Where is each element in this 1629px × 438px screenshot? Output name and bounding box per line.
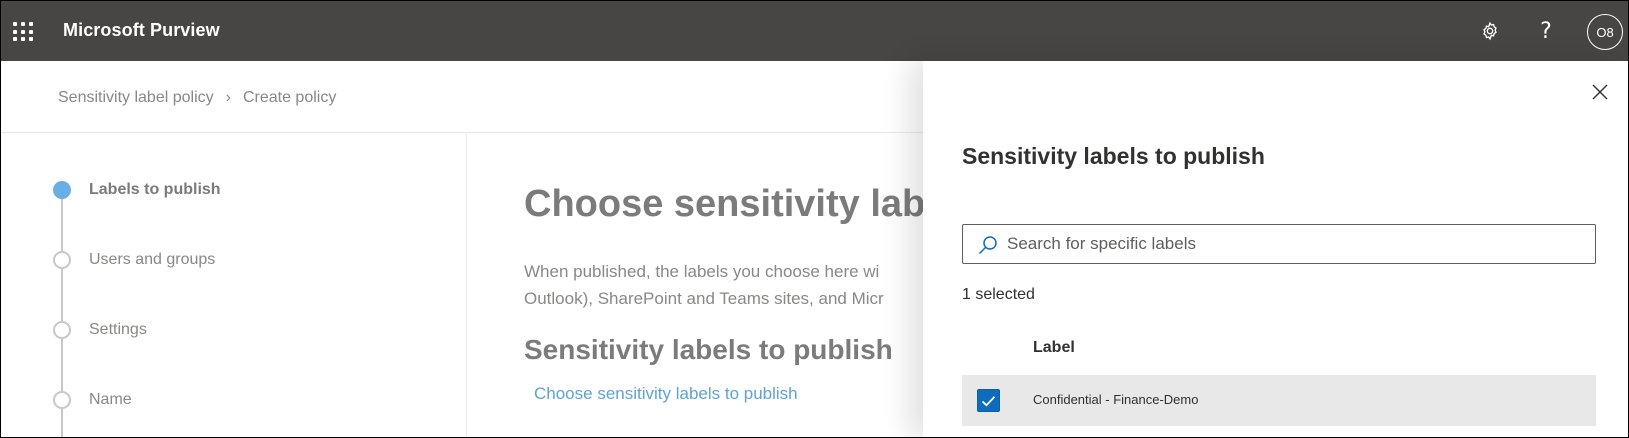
step-indicator [53,321,71,339]
step-label: Users and groups [89,251,216,268]
step-labels-to-publish[interactable]: Labels to publish [53,181,221,199]
search-input[interactable] [1007,225,1587,263]
waffle-icon[interactable] [13,22,35,42]
panel-title: Sensitivity labels to publish [962,143,1265,169]
step-connector [61,339,63,391]
step-indicator-active [53,181,71,199]
step-indicator [53,251,71,269]
gear-icon[interactable] [1476,17,1504,45]
column-header-label[interactable]: Label [1033,339,1075,357]
step-connector [61,269,63,321]
breadcrumb-divider [1,132,926,133]
avatar[interactable]: O8 [1587,14,1623,50]
step-name[interactable]: Name [53,391,132,409]
step-connector [61,199,63,251]
choose-labels-link[interactable]: Choose sensitivity labels to publish [534,384,798,404]
table-row[interactable]: Confidential - Finance-Demo [962,375,1596,426]
step-connector [61,409,63,437]
search-icon [977,234,999,256]
section-heading: Sensitivity labels to publish [524,334,893,365]
content-divider [466,133,467,437]
step-label: Name [89,391,132,408]
step-label: Labels to publish [89,181,221,198]
breadcrumb-item-create: Create policy [242,89,337,106]
breadcrumb: Sensitivity label policy › Create policy [58,89,336,107]
checkmark-icon [981,395,996,406]
close-icon[interactable] [1588,80,1612,104]
page-title: Choose sensitivity labe [524,183,947,225]
chevron-right-icon: › [225,89,231,106]
row-checkbox[interactable] [977,389,1000,412]
label-name: Confidential - Finance-Demo [1033,392,1199,407]
top-bar: Microsoft Purview ? O8 [1,1,1628,61]
search-box[interactable] [962,224,1596,264]
labels-side-panel: Sensitivity labels to publish 1 selected… [923,61,1628,437]
step-indicator [53,391,71,409]
app-title[interactable]: Microsoft Purview [63,20,220,41]
page-description: When published, the labels you choose he… [524,262,884,308]
help-icon[interactable]: ? [1532,17,1560,45]
step-settings[interactable]: Settings [53,321,147,339]
step-label: Settings [89,321,147,338]
breadcrumb-item-policy[interactable]: Sensitivity label policy [58,89,214,107]
app-frame: Microsoft Purview ? O8 Sensitivity label… [0,0,1629,438]
selected-count: 1 selected [962,286,1035,303]
step-users-and-groups[interactable]: Users and groups [53,251,215,269]
